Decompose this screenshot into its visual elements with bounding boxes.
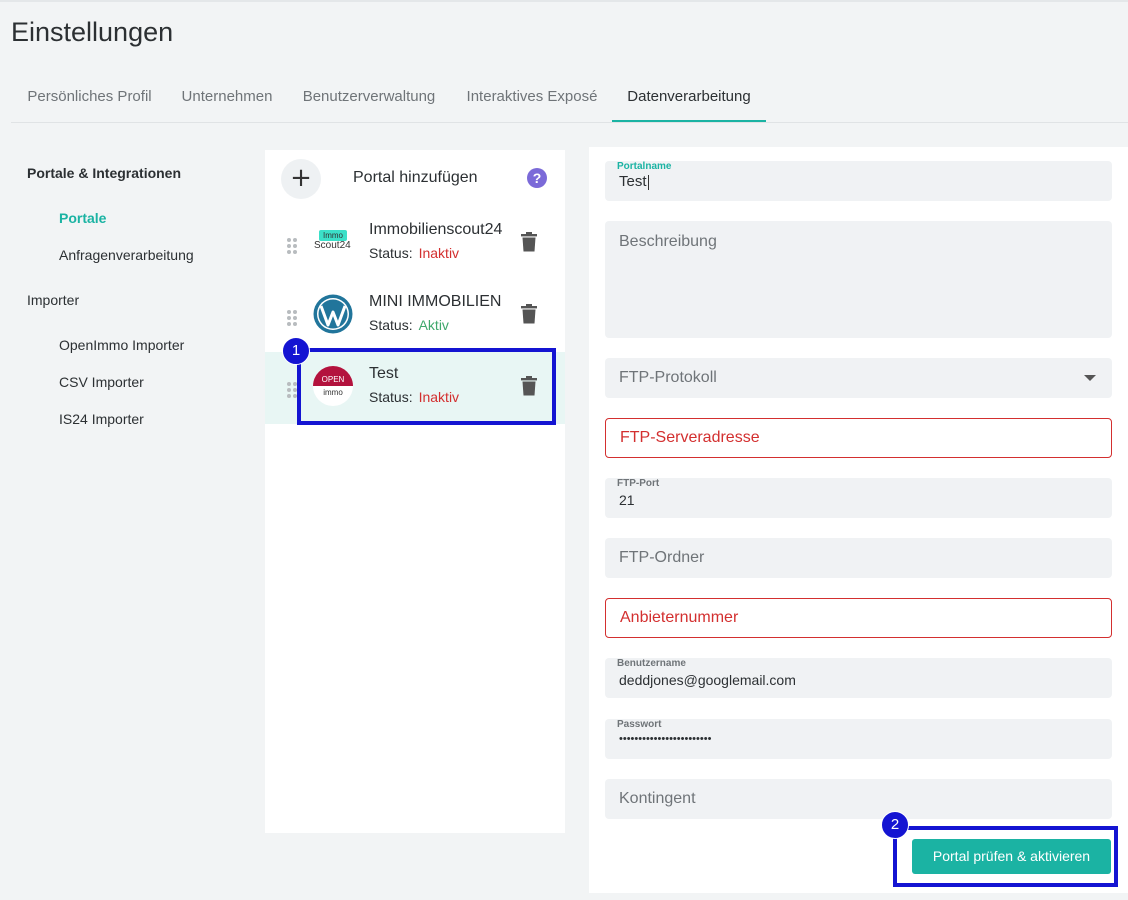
drag-handle-icon[interactable] <box>287 310 299 328</box>
portal-list-panel: + Portal hinzufügen ? Immo Scout24 Immob… <box>265 150 565 833</box>
page-title: Einstellungen <box>11 17 174 47</box>
field-placeholder: FTP-Serveradresse <box>620 429 760 446</box>
sidebar-item-is24-importer[interactable]: IS24 Importer <box>59 411 144 427</box>
tab-bar: Persönliches Profil Unternehmen Benutzer… <box>11 72 1128 123</box>
field-placeholder: FTP-Ordner <box>619 549 705 566</box>
ftp-protokoll-select[interactable]: FTP-Protokoll <box>605 358 1112 398</box>
add-portal-label[interactable]: Portal hinzufügen <box>353 169 478 187</box>
kontingent-field[interactable]: Kontingent <box>605 779 1112 819</box>
sidebar-item-portale[interactable]: Portale <box>59 210 106 226</box>
anbieternummer-field[interactable]: Anbieternummer <box>605 598 1112 638</box>
immoscout24-logo: Immo Scout24 <box>314 230 351 251</box>
field-value: Test <box>619 173 649 190</box>
portal-name: Immobilienscout24 <box>369 221 503 238</box>
top-border <box>0 0 1128 2</box>
tab-datenverarbeitung[interactable]: Datenverarbeitung <box>612 72 766 122</box>
portal-name: MINI IMMOBILIEN <box>369 293 502 310</box>
trash-icon[interactable] <box>521 232 537 252</box>
status-value: Aktiv <box>418 317 449 333</box>
dropdown-arrow-icon <box>1084 375 1096 381</box>
tab-persoenliches-profil[interactable]: Persönliches Profil <box>11 72 168 122</box>
ftp-serveradresse-field[interactable]: FTP-Serveradresse <box>605 418 1112 458</box>
portal-form-panel: Portalname Test Beschreibung FTP-Protoko… <box>589 147 1128 893</box>
help-icon[interactable]: ? <box>527 168 547 188</box>
benutzername-field[interactable]: Benutzername deddjones@googlemail.com <box>605 658 1112 698</box>
tab-unternehmen[interactable]: Unternehmen <box>168 72 286 122</box>
field-value: •••••••••••••••••••••••• <box>619 733 712 745</box>
ftp-port-field[interactable]: FTP-Port 21 <box>605 478 1112 518</box>
field-placeholder: Anbieternummer <box>620 609 739 626</box>
sidebar-item-openimmo-importer[interactable]: OpenImmo Importer <box>59 337 184 353</box>
tab-benutzerverwaltung[interactable]: Benutzerverwaltung <box>286 72 452 122</box>
sidebar-item-anfragenverarbeitung[interactable]: Anfragenverarbeitung <box>59 247 194 263</box>
tab-interaktives-expose[interactable]: Interaktives Exposé <box>452 72 612 122</box>
trash-icon[interactable] <box>521 304 537 324</box>
add-portal-button[interactable]: + <box>281 159 321 199</box>
beschreibung-field[interactable]: Beschreibung <box>605 221 1112 338</box>
field-label: Passwort <box>617 719 662 730</box>
portal-status: Status: Aktiv <box>369 317 449 333</box>
sidebar-heading: Portale & Integrationen <box>27 165 182 181</box>
field-value: deddjones@googlemail.com <box>619 672 796 688</box>
status-value: Inaktiv <box>418 245 460 261</box>
sidebar-item-csv-importer[interactable]: CSV Importer <box>59 374 144 390</box>
ftp-ordner-field[interactable]: FTP-Ordner <box>605 538 1112 578</box>
field-placeholder: Beschreibung <box>619 233 717 250</box>
wordpress-logo <box>313 294 353 334</box>
field-label: Benutzername <box>617 658 686 669</box>
portal-status: Status: Inaktiv <box>369 245 460 261</box>
field-label: Portalname <box>617 161 672 172</box>
annotation-highlight-1 <box>297 348 556 425</box>
drag-handle-icon[interactable] <box>287 238 299 256</box>
field-value: 21 <box>619 492 635 508</box>
field-placeholder: FTP-Protokoll <box>619 369 717 386</box>
portal-row-mini-immobilien[interactable]: MINI IMMOBILIEN Status: Aktiv <box>265 280 565 352</box>
annotation-highlight-2 <box>893 826 1118 887</box>
plus-icon: + <box>290 163 312 193</box>
annotation-badge-2: 2 <box>881 811 909 839</box>
passwort-field[interactable]: Passwort •••••••••••••••••••••••• <box>605 719 1112 759</box>
field-placeholder: Kontingent <box>619 790 696 807</box>
portalname-field[interactable]: Portalname Test <box>605 161 1112 201</box>
annotation-badge-1: 1 <box>282 337 310 365</box>
field-label: FTP-Port <box>617 478 660 489</box>
sidebar-section-importer[interactable]: Importer <box>27 292 79 308</box>
portal-row-immoscout[interactable]: Immo Scout24 Immobilienscout24 Status: In… <box>265 208 565 280</box>
